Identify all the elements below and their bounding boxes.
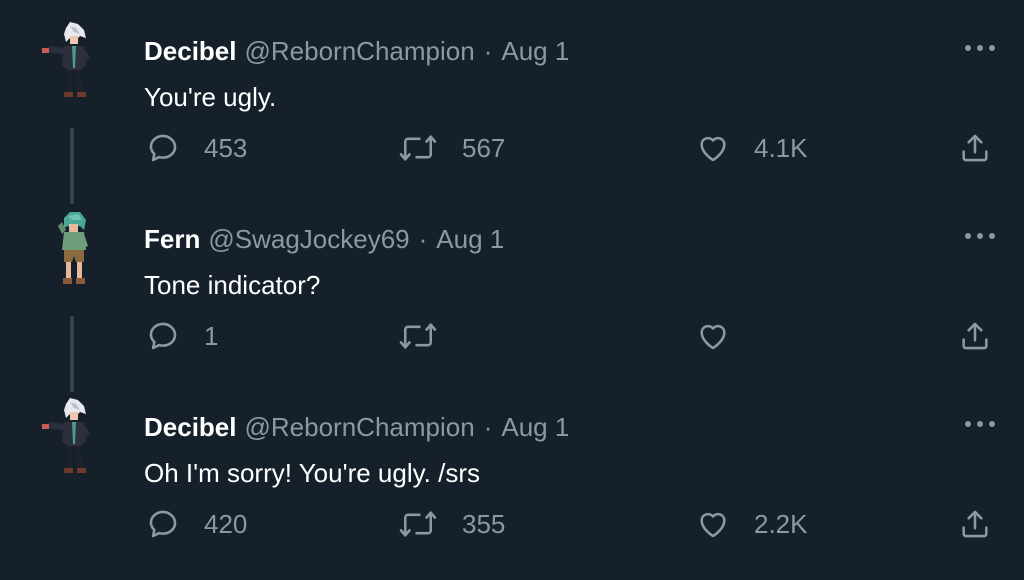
separator: ·: [418, 223, 428, 254]
retweet-button[interactable]: 567: [398, 128, 505, 168]
separator: ·: [483, 411, 493, 442]
share-icon: [962, 134, 988, 162]
ellipsis-icon: [965, 233, 995, 239]
tweet-header: Fern @SwagJockey69 · Aug 1: [144, 222, 504, 256]
retweet-icon: [399, 135, 437, 161]
reply-button[interactable]: 1: [146, 316, 218, 356]
tweet-actions: 453 567 4.1K: [0, 128, 1024, 168]
reply-button[interactable]: 420: [146, 504, 247, 544]
avatar[interactable]: [40, 208, 104, 288]
avatar[interactable]: [40, 396, 104, 476]
like-button[interactable]: 4.1K: [696, 128, 808, 168]
reply-count: 453: [204, 132, 248, 163]
tweet-date[interactable]: Aug 1: [501, 36, 569, 67]
ellipsis-icon: [965, 421, 995, 427]
heart-icon: [700, 136, 726, 162]
author-name[interactable]: Decibel: [144, 412, 237, 443]
tweet-header: Decibel @RebornChampion · Aug 1: [144, 410, 569, 444]
author-handle[interactable]: @RebornChampion: [245, 36, 475, 67]
tweet[interactable]: Fern @SwagJockey69 · Aug 1 Tone indicato…: [0, 208, 1024, 392]
author-handle[interactable]: @RebornChampion: [245, 412, 475, 443]
tweet[interactable]: Decibel @RebornChampion · Aug 1 You're u…: [0, 20, 1024, 204]
retweet-count: 355: [462, 508, 506, 539]
tweet-actions: 1: [0, 316, 1024, 356]
retweet-icon: [399, 511, 437, 537]
heart-icon: [700, 324, 726, 350]
share-icon: [962, 322, 988, 350]
author-handle[interactable]: @SwagJockey69: [208, 224, 409, 255]
tweet[interactable]: Decibel @RebornChampion · Aug 1 Oh I'm s…: [0, 396, 1024, 566]
author-name[interactable]: Fern: [144, 224, 200, 255]
trainer-sprite-icon: [58, 212, 88, 284]
share-button[interactable]: [958, 128, 992, 168]
trainer-sprite-icon: [42, 22, 90, 97]
reply-count: 1: [204, 320, 219, 351]
like-count: 4.1K: [754, 132, 808, 163]
share-icon: [962, 510, 988, 538]
retweet-button[interactable]: [398, 316, 462, 356]
more-options-button[interactable]: [962, 228, 998, 244]
tweet-date[interactable]: Aug 1: [436, 224, 504, 255]
retweet-button[interactable]: 355: [398, 504, 505, 544]
tweet-text: You're ugly.: [144, 82, 277, 112]
tweet-thread: Decibel @RebornChampion · Aug 1 You're u…: [0, 0, 1024, 580]
like-button[interactable]: 2.2K: [696, 504, 808, 544]
tweet-header: Decibel @RebornChampion · Aug 1: [144, 34, 569, 68]
author-name[interactable]: Decibel: [144, 36, 237, 67]
share-button[interactable]: [958, 504, 992, 544]
tweet-text: Tone indicator?: [144, 270, 321, 300]
reply-icon: [149, 510, 177, 538]
reply-button[interactable]: 453: [146, 128, 247, 168]
more-options-button[interactable]: [962, 416, 998, 432]
heart-icon: [700, 512, 726, 538]
reply-icon: [149, 322, 177, 350]
ellipsis-icon: [965, 45, 995, 51]
reply-icon: [149, 134, 177, 162]
retweet-icon: [399, 323, 437, 349]
tweet-text: Oh I'm sorry! You're ugly. /srs: [144, 458, 481, 488]
share-button[interactable]: [958, 316, 992, 356]
trainer-sprite-icon: [42, 398, 90, 473]
more-options-button[interactable]: [962, 40, 998, 56]
reply-count: 420: [204, 508, 248, 539]
separator: ·: [483, 35, 493, 66]
avatar[interactable]: [40, 20, 104, 100]
like-count: 2.2K: [754, 508, 808, 539]
tweet-actions: 420 355 2.2K: [0, 504, 1024, 544]
tweet-date[interactable]: Aug 1: [501, 412, 569, 443]
retweet-count: 567: [462, 132, 506, 163]
like-button[interactable]: [696, 316, 754, 356]
